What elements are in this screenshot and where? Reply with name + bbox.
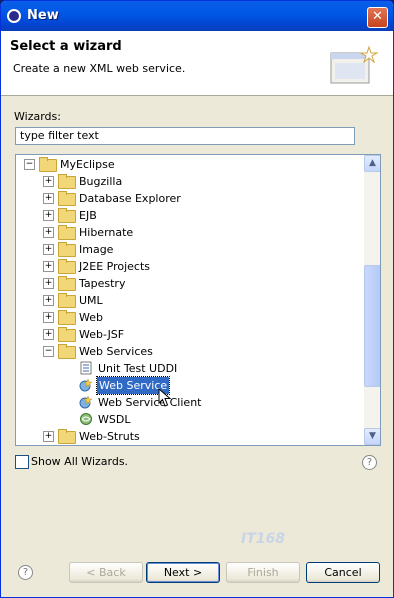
expand-icon[interactable]: + (43, 329, 54, 340)
wizards-label: Wizards: (14, 110, 61, 123)
show-all-wizards-label: Show All Wizards. (31, 455, 129, 468)
tree-node-web-services[interactable]: − Web Services (16, 343, 362, 360)
folder-icon (58, 276, 76, 291)
expand-icon[interactable]: + (43, 431, 54, 442)
expand-icon[interactable]: + (43, 244, 54, 255)
expand-icon[interactable]: + (43, 176, 54, 187)
folder-icon (58, 208, 76, 223)
expand-icon[interactable]: + (43, 278, 54, 289)
expand-icon[interactable]: + (43, 312, 54, 323)
show-all-wizards-checkbox[interactable] (15, 455, 29, 469)
tree-node-myeclipse[interactable]: − MyEclipse (16, 156, 362, 173)
tree-node-web-struts[interactable]: + Web-Struts (16, 428, 362, 445)
wizard-header: Select a wizard Create a new XML web ser… (1, 31, 393, 96)
uddi-document-icon (80, 361, 92, 375)
tree-node-ejb[interactable]: + EJB (16, 207, 362, 224)
scroll-down-button[interactable]: ▼ (364, 428, 380, 445)
folder-open-icon (58, 344, 76, 359)
folder-icon (58, 191, 76, 206)
filter-input[interactable]: type filter text (15, 127, 355, 145)
tree-node-j2ee-projects[interactable]: + J2EE Projects (16, 258, 362, 275)
scroll-thumb[interactable] (364, 265, 380, 387)
expand-icon[interactable]: + (43, 295, 54, 306)
cancel-button[interactable]: Cancel (306, 562, 380, 583)
folder-open-icon (39, 157, 57, 172)
tree-node-web-jsf[interactable]: + Web-JSF (16, 326, 362, 343)
folder-icon (58, 174, 76, 189)
eclipse-icon (7, 9, 21, 23)
expand-icon[interactable]: + (43, 227, 54, 238)
window-title: New (27, 8, 59, 23)
expand-icon[interactable]: + (43, 210, 54, 221)
watermark-logo: IT168 (241, 531, 285, 547)
finish-button[interactable]: Finish (226, 562, 300, 583)
back-button[interactable]: < Back (69, 562, 143, 583)
tree-node-web-service[interactable]: Web Service (16, 376, 362, 395)
scroll-up-button[interactable]: ▲ (364, 155, 380, 172)
folder-icon (58, 310, 76, 325)
wizard-tree[interactable]: − MyEclipse + Bugzilla + Database Explor… (15, 154, 381, 446)
page-description: Create a new XML web service. (13, 62, 186, 75)
tree-node-database-explorer[interactable]: + Database Explorer (16, 190, 362, 207)
wizard-banner-icon (330, 45, 379, 84)
tree-node-image[interactable]: + Image (16, 241, 362, 258)
help-button[interactable]: ? (18, 565, 33, 580)
close-button[interactable]: ✕ (367, 7, 388, 28)
tree-node-tapestry[interactable]: + Tapestry (16, 275, 362, 292)
collapse-icon[interactable]: − (24, 159, 35, 170)
tree-node-bugzilla[interactable]: + Bugzilla (16, 173, 362, 190)
tree-node-wsdl[interactable]: WSDL (16, 411, 362, 428)
new-wizard-dialog: New ✕ Select a wizard Create a new XML w… (0, 0, 394, 598)
folder-icon (58, 259, 76, 274)
tree-node-web-service-client[interactable]: Web Service Client (16, 394, 362, 411)
folder-icon (58, 225, 76, 240)
web-service-client-icon (79, 395, 93, 409)
mouse-cursor-icon (158, 388, 172, 407)
wsdl-icon (80, 413, 92, 425)
folder-icon (58, 429, 76, 444)
next-button[interactable]: Next > (146, 562, 220, 583)
filter-help-icon[interactable]: ? (362, 455, 377, 470)
tree-node-uml[interactable]: + UML (16, 292, 362, 309)
title-bar[interactable]: New ✕ (1, 1, 393, 31)
expand-icon[interactable]: + (43, 193, 54, 204)
tree-node-unit-test-uddi[interactable]: Unit Test UDDI (16, 360, 362, 377)
page-title: Select a wizard (10, 39, 122, 54)
collapse-icon[interactable]: − (43, 346, 54, 357)
expand-icon[interactable]: + (43, 261, 54, 272)
folder-icon (58, 293, 76, 308)
web-service-icon (79, 378, 93, 392)
tree-node-hibernate[interactable]: + Hibernate (16, 224, 362, 241)
folder-icon (58, 327, 76, 342)
tree-node-web[interactable]: + Web (16, 309, 362, 326)
folder-icon (58, 242, 76, 257)
tree-scrollbar[interactable]: ▲ ▼ (364, 155, 380, 445)
